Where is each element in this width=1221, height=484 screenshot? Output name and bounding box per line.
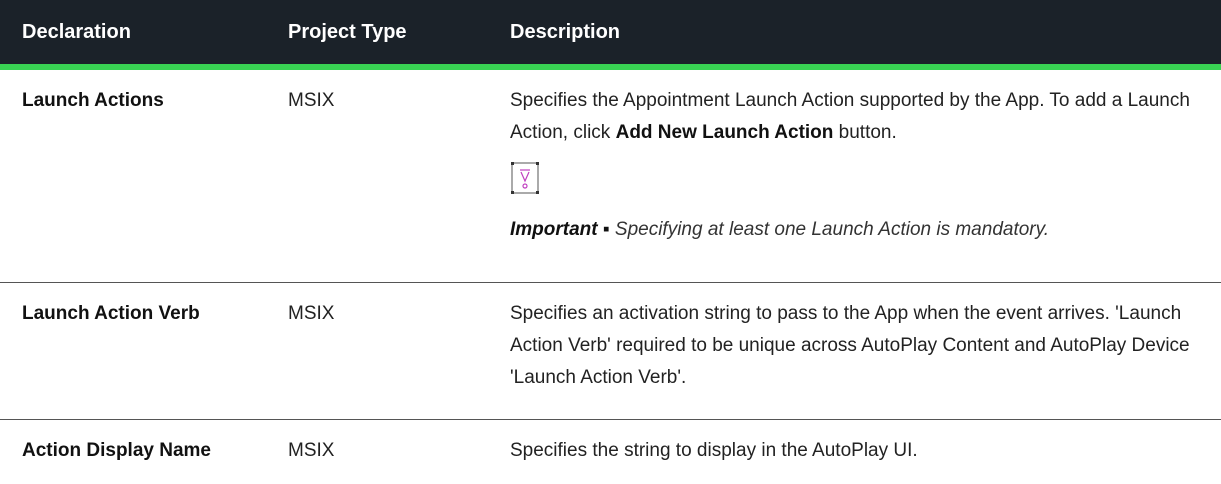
declarations-table: Declaration Project Type Description Lau…: [0, 0, 1221, 484]
row-project-type: MSIX: [288, 90, 335, 111]
description-text-part: button.: [833, 122, 897, 143]
row-description: Specifies the string to display in the A…: [510, 440, 918, 461]
description-text: Specifies the Appointment Launch Action …: [510, 90, 1190, 143]
header-declaration: Declaration: [22, 21, 131, 43]
row-project-type: MSIX: [288, 303, 335, 324]
row-description: Specifies the Appointment Launch Action …: [488, 70, 1221, 282]
table-row: Launch Action Verb MSIX Specifies an act…: [0, 283, 1221, 420]
note-text: Specifying at least one Launch Action is…: [614, 219, 1049, 240]
table-row: Launch Actions MSIX Specifies the Appoin…: [0, 70, 1221, 283]
row-declaration: Launch Actions: [22, 90, 164, 111]
row-declaration: Action Display Name: [22, 440, 211, 461]
header-project-type: Project Type: [288, 21, 407, 43]
table-row: Action Display Name MSIX Specifies the s…: [0, 420, 1221, 484]
row-description: Specifies an activation string to pass t…: [510, 303, 1190, 388]
note-separator: ▪: [597, 219, 615, 240]
important-note-icon: [510, 161, 540, 195]
table-header: Declaration Project Type Description: [0, 0, 1221, 70]
row-declaration: Launch Action Verb: [22, 303, 200, 324]
header-description: Description: [510, 21, 621, 43]
important-note: Important ▪ Specifying at least one Laun…: [510, 214, 1207, 246]
description-bold-text: Add New Launch Action: [615, 122, 834, 143]
note-label: Important: [510, 219, 598, 240]
row-project-type: MSIX: [288, 440, 335, 461]
